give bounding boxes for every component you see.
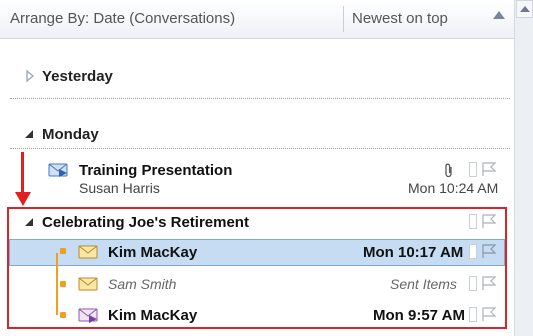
- envelope-icon: [78, 245, 98, 259]
- category-box[interactable]: [469, 244, 477, 259]
- expand-open-icon[interactable]: [23, 128, 35, 140]
- conversation-subject: Celebrating Joe's Retirement: [42, 214, 249, 231]
- message-list-pane: Arrange By: Date (Conversations) Newest …: [0, 0, 514, 336]
- group-header-yesterday[interactable]: Yesterday: [42, 68, 113, 85]
- group-divider: [10, 148, 510, 149]
- paperclip-icon: [445, 163, 452, 178]
- message-time: Mon 9:57 AM: [373, 307, 465, 324]
- arrange-by-button[interactable]: Arrange By: Date (Conversations): [10, 10, 235, 27]
- flag-icon[interactable]: [480, 275, 498, 291]
- thread-dot: [60, 281, 66, 287]
- category-box[interactable]: [469, 162, 477, 177]
- message-sender: Kim MacKay: [108, 307, 198, 324]
- message-folder: Sent Items: [390, 276, 457, 292]
- message-subject: Training Presentation: [79, 162, 233, 179]
- annotation-arrow: [21, 152, 24, 194]
- group-header-monday[interactable]: Monday: [42, 126, 99, 143]
- vertical-scrollbar[interactable]: [514, 0, 533, 336]
- expand-collapsed-icon[interactable]: [25, 70, 35, 82]
- thread-dot: [60, 312, 66, 318]
- message-sender: Susan Harris: [79, 180, 160, 196]
- envelope-icon: [78, 277, 98, 291]
- header-divider: [343, 6, 344, 32]
- message-sender: Kim MacKay: [108, 244, 198, 261]
- message-time: Mon 10:24 AM: [408, 180, 499, 196]
- category-box[interactable]: [469, 307, 477, 322]
- thread-dot: [60, 248, 66, 254]
- expand-open-icon[interactable]: [23, 216, 35, 228]
- envelope-reply-icon: [78, 308, 98, 323]
- category-box[interactable]: [469, 276, 477, 291]
- message-sender: Sam Smith: [108, 276, 177, 292]
- flag-icon[interactable]: [480, 213, 498, 229]
- sort-order-button[interactable]: Newest on top: [352, 10, 448, 27]
- annotation-arrow-head: [15, 192, 31, 206]
- message-time: Mon 10:17 AM: [363, 244, 464, 261]
- category-box[interactable]: [469, 214, 477, 229]
- flag-icon[interactable]: [480, 306, 498, 322]
- scroll-up-button[interactable]: [516, 0, 533, 18]
- thread-connector: [56, 253, 58, 315]
- sort-ascending-icon[interactable]: [493, 11, 505, 19]
- flag-icon[interactable]: [480, 243, 498, 259]
- flag-icon[interactable]: [480, 161, 498, 177]
- group-divider: [10, 98, 510, 99]
- envelope-icon: [48, 163, 68, 177]
- arrangement-header: Arrange By: Date (Conversations) Newest …: [0, 0, 514, 39]
